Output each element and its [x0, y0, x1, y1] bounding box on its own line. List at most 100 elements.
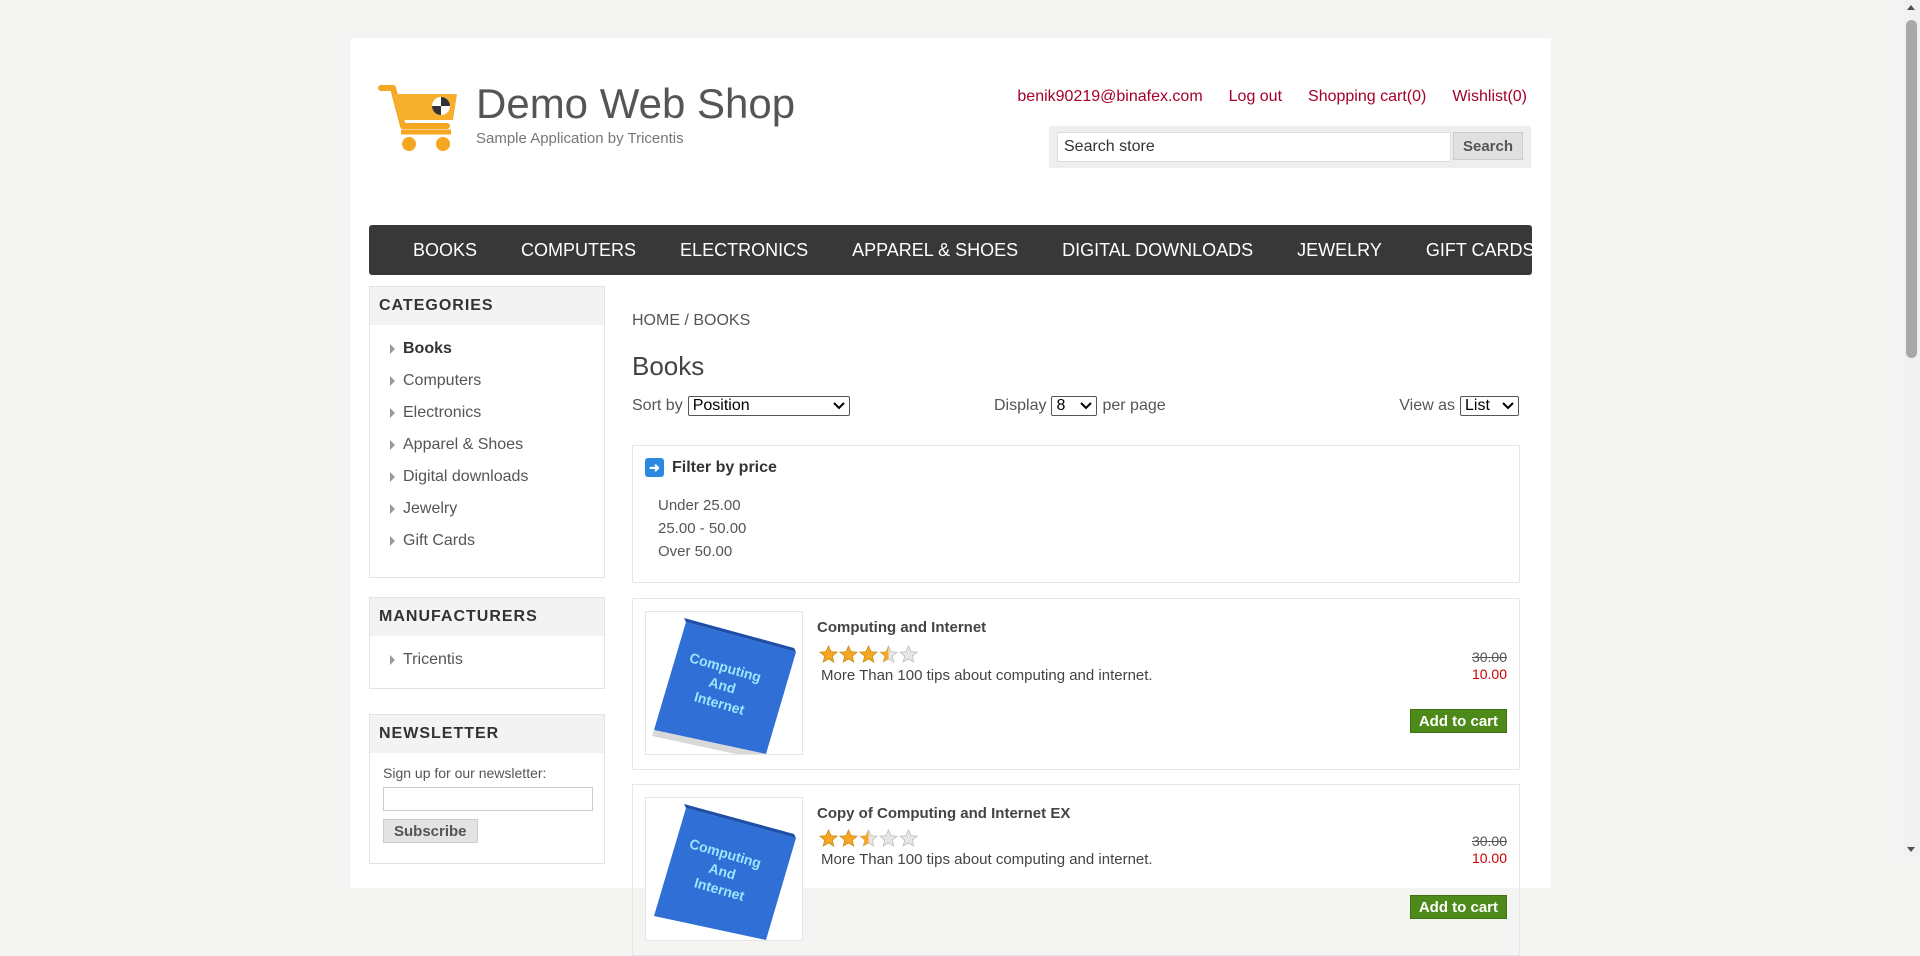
scroll-up-icon[interactable] — [1907, 5, 1915, 10]
header-links: benik90219@binafex.com Log out Shopping … — [1017, 88, 1527, 106]
arrow-right-icon — [390, 472, 395, 482]
per-page-label: per page — [1102, 397, 1166, 414]
arrow-right-icon — [390, 440, 395, 450]
arrow-right-icon: ➜ — [645, 458, 664, 477]
category-jewelry[interactable]: Jewelry — [380, 493, 604, 525]
shopping-cart-link[interactable]: Shopping cart(0) — [1308, 88, 1426, 106]
filter-header: ➜ Filter by price — [645, 458, 777, 477]
manufacturers-list: Tricentis — [370, 636, 604, 682]
arrow-right-icon — [390, 344, 395, 354]
product-title[interactable]: Copy of Computing and Internet EX — [817, 805, 1070, 822]
menu-electronics[interactable]: ELECTRONICS — [658, 240, 830, 261]
empty-star-icon — [899, 829, 918, 847]
arrow-right-icon — [390, 536, 395, 546]
product-title[interactable]: Computing and Internet — [817, 619, 986, 636]
category-label: Electronics — [403, 404, 482, 421]
manufacturer-tricentis[interactable]: Tricentis — [380, 644, 604, 676]
add-to-cart-button[interactable]: Add to cart — [1409, 709, 1507, 733]
manufacturer-label: Tricentis — [403, 651, 463, 668]
product-item: Computing And Internet Computing and Int… — [632, 598, 1520, 770]
add-to-cart-button[interactable]: Add to cart — [1409, 895, 1507, 919]
top-menu: BOOKS COMPUTERS ELECTRONICS APPAREL & SH… — [369, 225, 1535, 275]
sort-control: Sort by Position — [632, 396, 850, 416]
page-size-select[interactable]: 8 — [1051, 396, 1098, 416]
menu-books[interactable]: BOOKS — [391, 240, 499, 261]
view-as-control: View as List — [1399, 396, 1519, 416]
old-price: 30.00 — [1471, 649, 1507, 665]
manufacturers-block: MANUFACTURERS Tricentis — [369, 597, 605, 689]
chevron-down-icon — [1080, 402, 1093, 410]
logout-link[interactable]: Log out — [1229, 88, 1282, 106]
half-star-icon — [859, 829, 878, 847]
arrow-right-icon — [390, 504, 395, 514]
empty-star-icon — [899, 645, 918, 663]
page-size-value: 8 — [1056, 397, 1066, 414]
filter-title: Filter by price — [672, 458, 777, 476]
categories-title: CATEGORIES — [370, 287, 604, 325]
arrow-right-icon — [390, 408, 395, 418]
sort-select[interactable]: Position — [687, 396, 850, 416]
product-item: Computing And Internet Copy of Computing… — [632, 784, 1520, 956]
chevron-down-icon — [1502, 402, 1514, 410]
category-books[interactable]: Books — [380, 333, 604, 365]
category-label: Computers — [403, 372, 482, 389]
category-computers[interactable]: Computers — [380, 365, 604, 397]
category-label: Jewelry — [403, 500, 458, 517]
star-icon — [819, 645, 838, 663]
subscribe-button[interactable]: Subscribe — [383, 819, 478, 843]
scroll-down-icon[interactable] — [1907, 847, 1915, 852]
view-as-label: View as — [1399, 397, 1455, 414]
search-button[interactable]: Search — [1453, 132, 1523, 160]
product-image[interactable]: Computing And Internet — [645, 611, 803, 755]
filter-option-under-25[interactable]: Under 25.00 — [658, 494, 746, 517]
filter-option-over-50[interactable]: Over 50.00 — [658, 540, 746, 563]
shopping-cart-icon[interactable] — [377, 82, 461, 161]
display-control: Display 8 per page — [994, 396, 1166, 416]
category-digital-downloads[interactable]: Digital downloads — [380, 461, 604, 493]
product-rating — [819, 829, 918, 848]
search-input[interactable] — [1057, 132, 1451, 162]
breadcrumb-home[interactable]: HOME — [632, 312, 680, 329]
star-icon — [819, 829, 838, 847]
category-apparel-shoes[interactable]: Apparel & Shoes — [380, 429, 604, 461]
half-star-icon — [879, 645, 898, 663]
chevron-down-icon — [832, 402, 845, 410]
category-label: Books — [403, 340, 452, 357]
menu-computers[interactable]: COMPUTERS — [499, 240, 658, 261]
filter-option-25-50[interactable]: 25.00 - 50.00 — [658, 517, 746, 540]
product-description: More Than 100 tips about computing and i… — [821, 851, 1153, 868]
star-icon — [859, 645, 878, 663]
view-mode-select[interactable]: List — [1460, 396, 1519, 416]
sort-value: Position — [692, 397, 750, 414]
newsletter-email-input[interactable] — [383, 787, 593, 811]
category-label: Gift Cards — [403, 532, 476, 549]
display-label: Display — [994, 397, 1047, 414]
account-link[interactable]: benik90219@binafex.com — [1017, 88, 1202, 106]
product-image[interactable]: Computing And Internet — [645, 797, 803, 941]
breadcrumb: HOME / BOOKS — [632, 312, 750, 330]
menu-jewelry[interactable]: JEWELRY — [1275, 240, 1404, 261]
menu-digital-downloads[interactable]: DIGITAL DOWNLOADS — [1040, 240, 1275, 261]
arrow-right-icon — [390, 655, 395, 665]
newsletter-block: NEWSLETTER Sign up for our newsletter: S… — [369, 714, 605, 864]
scrollbar-thumb[interactable] — [1906, 20, 1917, 358]
price-filter: ➜ Filter by price Under 25.00 25.00 - 50… — [632, 445, 1520, 583]
breadcrumb-current: BOOKS — [693, 312, 751, 329]
menu-apparel-shoes[interactable]: APPAREL & SHOES — [830, 240, 1040, 261]
category-electronics[interactable]: Electronics — [380, 397, 604, 429]
category-gift-cards[interactable]: Gift Cards — [380, 525, 604, 557]
wishlist-link[interactable]: Wishlist(0) — [1452, 88, 1527, 106]
page-scrollbar[interactable] — [1903, 0, 1920, 857]
sort-label: Sort by — [632, 397, 683, 414]
menu-gift-cards[interactable]: GIFT CARDS — [1404, 240, 1557, 261]
page: Demo Web Shop Sample Application by Tric… — [351, 38, 1551, 956]
manufacturers-title: MANUFACTURERS — [370, 598, 604, 636]
page-title: Books — [632, 351, 705, 381]
book-cover-icon: Computing And Internet — [652, 618, 796, 754]
star-icon — [839, 645, 858, 663]
logo-text[interactable]: Demo Web Shop Sample Application by Tric… — [476, 80, 795, 147]
filter-options: Under 25.00 25.00 - 50.00 Over 50.00 — [658, 494, 746, 563]
breadcrumb-separator: / — [684, 312, 689, 329]
categories-list: Books Computers Electronics Apparel & Sh… — [370, 325, 604, 563]
actual-price: 10.00 — [1471, 666, 1507, 682]
